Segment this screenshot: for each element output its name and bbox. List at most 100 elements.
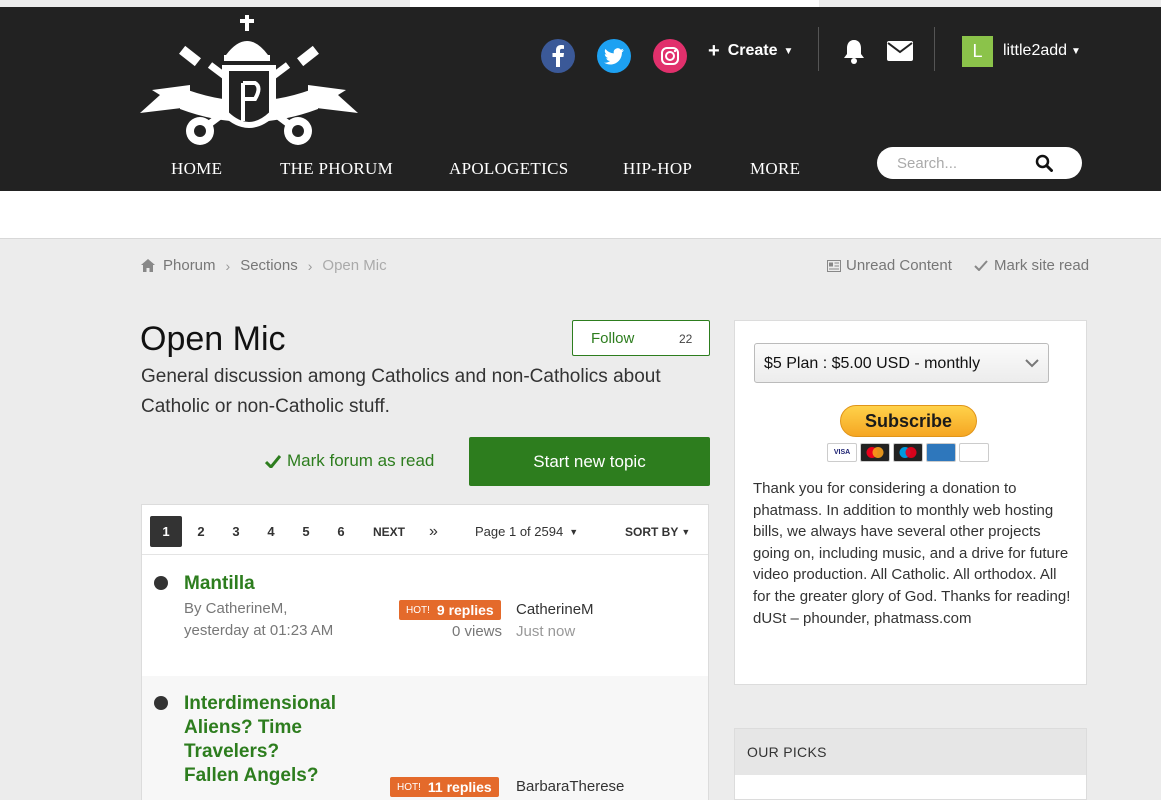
- caret-down-icon: ▼: [1071, 45, 1081, 57]
- hot-badge: HOT! 11 replies: [390, 777, 499, 797]
- nav-the-phorum[interactable]: THE PHORUM: [280, 159, 393, 179]
- breadcrumb-sections[interactable]: Sections: [240, 257, 298, 274]
- page-3[interactable]: 3: [220, 516, 252, 547]
- chevron-right-icon: ›: [307, 257, 313, 274]
- notifications-bell-icon[interactable]: [842, 38, 866, 64]
- last-page-icon[interactable]: »: [429, 516, 438, 547]
- topic-meta: By CatherineM, yesterday at 01:23 AM: [184, 600, 334, 639]
- hot-badge: HOT! 9 replies: [399, 600, 501, 620]
- last-poster[interactable]: BarbaraTherese: [516, 778, 624, 795]
- breadcrumb-phorum[interactable]: Phorum: [163, 257, 216, 274]
- discover-icon: [959, 443, 989, 462]
- mark-forum-read-link[interactable]: Mark forum as read: [265, 451, 434, 471]
- page-2[interactable]: 2: [185, 516, 217, 547]
- sort-by-dropdown[interactable]: SORT BY ▼: [625, 516, 690, 547]
- user-menu[interactable]: little2add ▼: [1003, 42, 1081, 60]
- donation-text: Thank you for considering a donation to …: [753, 480, 1071, 627]
- hot-label: HOT!: [406, 604, 430, 616]
- unread-content-link[interactable]: Unread Content: [827, 257, 952, 274]
- topic-list: 1 2 3 4 5 6 NEXT » Page 1 of 2594 ▼ SORT…: [141, 504, 709, 800]
- follow-label: Follow: [591, 330, 635, 347]
- site-header: + Create ▼ L little2add ▼ HOME THE PHORU…: [0, 7, 1161, 191]
- topic-title[interactable]: Interdimensional Aliens? Time Travelers?…: [184, 692, 336, 788]
- top-strip-tab: [410, 0, 819, 7]
- search-box: [877, 147, 1082, 179]
- selected-plan: $5 Plan : $5.00 USD - monthly: [764, 355, 981, 372]
- pagination: 1 2 3 4 5 6 NEXT » Page 1 of 2594 ▼ SORT…: [142, 505, 708, 555]
- home-icon: [141, 259, 155, 272]
- payment-cards: VISA: [827, 443, 989, 463]
- create-menu-button[interactable]: + Create ▼: [708, 40, 793, 62]
- plan-select[interactable]: $5 Plan : $5.00 USD - monthly: [754, 343, 1049, 383]
- page-5[interactable]: 5: [290, 516, 322, 547]
- sort-by-label: SORT BY: [625, 524, 679, 539]
- avatar[interactable]: L: [962, 36, 993, 67]
- search-icon[interactable]: [1035, 154, 1053, 172]
- chevron-right-icon: ›: [225, 257, 231, 274]
- facebook-icon[interactable]: [541, 39, 575, 73]
- topic-row[interactable]: Mantilla By CatherineM, yesterday at 01:…: [142, 556, 708, 676]
- reply-count: 11 replies: [427, 779, 492, 795]
- our-picks-title: OUR PICKS: [747, 744, 827, 760]
- mark-site-read-link[interactable]: Mark site read: [974, 257, 1089, 274]
- last-post-time[interactable]: Just now: [516, 623, 575, 640]
- site-logo[interactable]: [140, 15, 358, 145]
- header-divider: [934, 27, 935, 71]
- search-input[interactable]: [897, 153, 1037, 173]
- follow-button[interactable]: Follow 22: [572, 320, 710, 356]
- nav-home[interactable]: HOME: [171, 159, 222, 179]
- amex-icon: [926, 443, 956, 462]
- nav-hip-hop[interactable]: HIP-HOP: [623, 159, 692, 179]
- avatar-letter: L: [972, 41, 983, 61]
- header-divider: [818, 27, 819, 71]
- view-count: 0 views: [452, 623, 503, 640]
- mark-site-read-label: Mark site read: [994, 257, 1090, 274]
- chevron-down-icon: [1025, 359, 1039, 368]
- nav-more[interactable]: MORE: [750, 159, 800, 179]
- caret-down-icon: ▼: [681, 526, 691, 537]
- nav-apologetics[interactable]: APOLOGETICS: [449, 159, 568, 179]
- topic-title[interactable]: Mantilla: [184, 572, 255, 596]
- donation-widget: $5 Plan : $5.00 USD - monthly Subscribe …: [734, 320, 1087, 685]
- page-jump-dropdown[interactable]: Page 1 of 2594 ▼: [475, 516, 578, 547]
- maestro-icon: [893, 443, 923, 462]
- checkmark-icon: [265, 454, 281, 468]
- newspaper-icon: [827, 259, 841, 272]
- breadcrumb: Phorum › Sections › Open Mic: [141, 257, 387, 274]
- unread-dot-icon: [154, 576, 168, 590]
- follower-count: 22: [679, 332, 693, 346]
- caret-down-icon: ▼: [569, 526, 579, 537]
- hot-label: HOT!: [397, 781, 421, 793]
- sub-header-band: [0, 191, 1161, 239]
- next-page-link[interactable]: NEXT: [373, 516, 405, 547]
- forum-description: General discussion among Catholics and n…: [141, 366, 661, 417]
- reply-count: 9 replies: [436, 602, 494, 618]
- checkmark-icon: [974, 260, 988, 271]
- our-picks-header: OUR PICKS: [735, 729, 1086, 775]
- our-picks-panel: OUR PICKS: [734, 728, 1087, 800]
- mark-forum-read-label: Mark forum as read: [287, 451, 435, 470]
- last-poster[interactable]: CatherineM: [516, 601, 594, 618]
- top-strip: [0, 0, 1161, 7]
- username: little2add: [1003, 42, 1068, 59]
- topic-row[interactable]: Interdimensional Aliens? Time Travelers?…: [142, 676, 708, 800]
- page-title: Open Mic: [140, 320, 286, 358]
- mastercard-icon: [860, 443, 890, 462]
- page-6[interactable]: 6: [325, 516, 357, 547]
- unread-content-label: Unread Content: [846, 257, 952, 274]
- twitter-icon[interactable]: [597, 39, 631, 73]
- page-of-label: Page 1 of 2594: [475, 524, 564, 539]
- create-label: Create: [727, 42, 778, 59]
- messages-envelope-icon[interactable]: [887, 41, 913, 61]
- visa-icon: VISA: [827, 443, 857, 462]
- plus-icon: +: [708, 40, 720, 62]
- instagram-icon[interactable]: [653, 39, 687, 73]
- caret-down-icon: ▼: [783, 45, 794, 57]
- page-4[interactable]: 4: [255, 516, 287, 547]
- subscribe-button[interactable]: Subscribe: [840, 405, 977, 437]
- breadcrumb-current: Open Mic: [322, 257, 387, 274]
- unread-dot-icon: [154, 696, 168, 710]
- subscribe-label: Subscribe: [864, 410, 953, 431]
- start-new-topic-button[interactable]: Start new topic: [469, 437, 710, 486]
- page-1[interactable]: 1: [150, 516, 182, 547]
